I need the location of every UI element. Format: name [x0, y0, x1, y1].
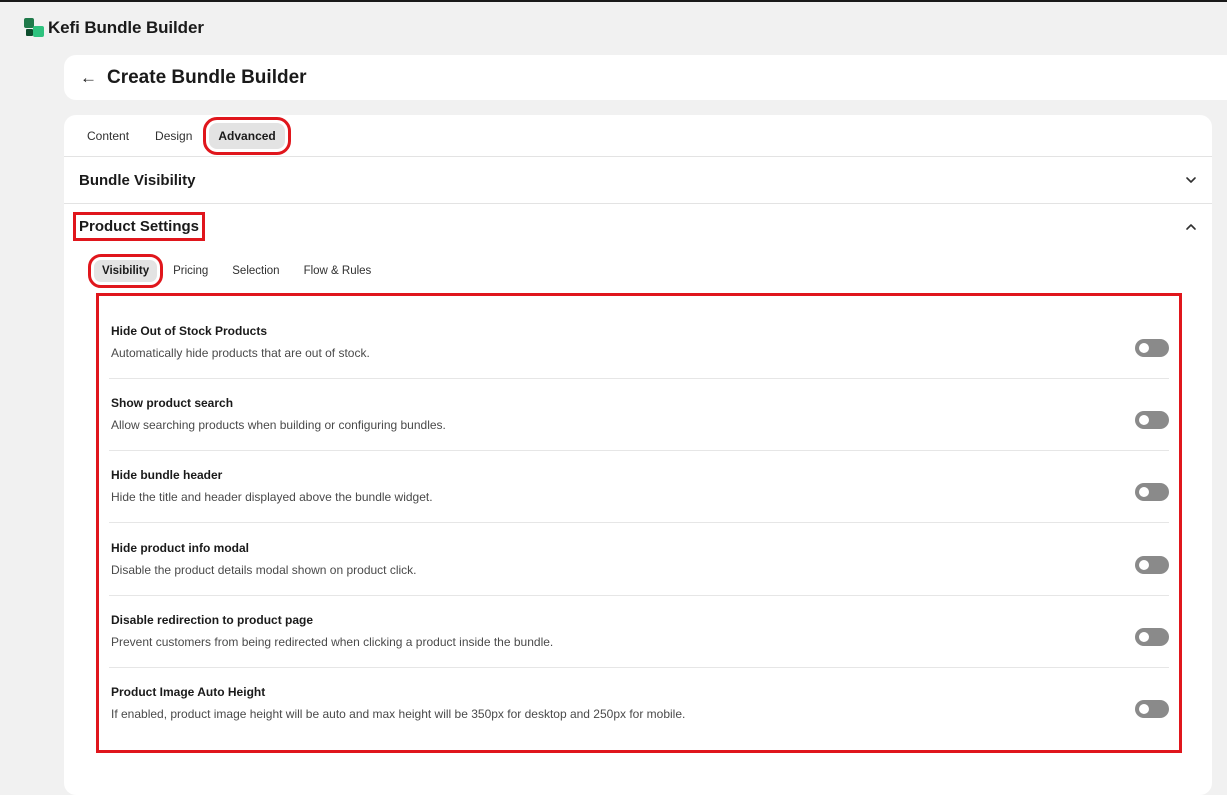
setting-title: Disable redirection to product page — [111, 613, 314, 627]
setting-title: Hide product info modal — [111, 541, 249, 555]
setting-title: Product Image Auto Height — [111, 685, 266, 699]
main-tabs: Content Design Advanced — [78, 117, 293, 155]
setting-description: If enabled, product image height will be… — [111, 707, 686, 721]
app-title: Kefi Bundle Builder — [48, 18, 204, 37]
section-bundle-visibility[interactable]: Bundle Visibility — [64, 157, 1212, 203]
toggle-show-product-search[interactable] — [1135, 411, 1169, 429]
tab-design[interactable]: Design — [146, 123, 201, 149]
setting-row-hide-out-of-stock: Hide Out of Stock Products Automatically… — [109, 307, 1169, 379]
visibility-settings-list: Hide Out of Stock Products Automatically… — [96, 293, 1182, 753]
arrow-left-icon[interactable]: ← — [80, 69, 97, 86]
subtab-flow-rules[interactable]: Flow & Rules — [296, 260, 380, 282]
setting-description: Prevent customers from being redirected … — [111, 635, 554, 649]
setting-title: Hide Out of Stock Products — [111, 324, 268, 338]
setting-title: Hide bundle header — [111, 468, 223, 482]
section-title-product-settings: Product Settings — [72, 212, 206, 241]
setting-description: Automatically hide products that are out… — [111, 346, 370, 360]
app-bar: Kefi Bundle Builder — [0, 2, 1227, 54]
page-header: ← Create Bundle Builder — [64, 55, 1227, 100]
setting-row-hide-product-info-modal: Hide product info modal Disable the prod… — [109, 524, 1169, 596]
toggle-hide-bundle-header[interactable] — [1135, 483, 1169, 501]
setting-description: Allow searching products when building o… — [111, 418, 446, 432]
tab-content[interactable]: Content — [78, 123, 138, 149]
subtab-pricing[interactable]: Pricing — [165, 260, 216, 282]
product-settings-tabs: Visibility Pricing Selection Flow & Rule… — [87, 254, 387, 288]
app-logo-icon — [24, 18, 44, 38]
page-title: Create Bundle Builder — [107, 66, 307, 88]
setting-row-product-image-auto-height: Product Image Auto Height If enabled, pr… — [109, 668, 1169, 740]
setting-row-disable-redirection: Disable redirection to product page Prev… — [109, 596, 1169, 668]
chevron-up-icon[interactable] — [1184, 220, 1198, 234]
setting-description: Disable the product details modal shown … — [111, 563, 417, 577]
setting-description: Hide the title and header displayed abov… — [111, 490, 433, 504]
setting-row-hide-bundle-header: Hide bundle header Hide the title and he… — [109, 451, 1169, 523]
setting-title: Show product search — [111, 396, 234, 410]
subtab-selection[interactable]: Selection — [224, 260, 287, 282]
toggle-hide-product-info-modal[interactable] — [1135, 556, 1169, 574]
subtab-visibility[interactable]: Visibility — [87, 254, 164, 288]
tab-advanced[interactable]: Advanced — [203, 117, 291, 155]
chevron-down-icon[interactable] — [1184, 173, 1198, 187]
toggle-product-image-auto-height[interactable] — [1135, 700, 1169, 718]
section-title-bundle-visibility: Bundle Visibility — [79, 172, 196, 189]
section-product-settings[interactable]: Product Settings — [64, 204, 1212, 250]
setting-row-show-product-search: Show product search Allow searching prod… — [109, 379, 1169, 451]
toggle-hide-out-of-stock[interactable] — [1135, 339, 1169, 357]
toggle-disable-redirection[interactable] — [1135, 628, 1169, 646]
divider — [109, 522, 1169, 523]
settings-card: Content Design Advanced Bundle Visibilit… — [64, 115, 1212, 795]
